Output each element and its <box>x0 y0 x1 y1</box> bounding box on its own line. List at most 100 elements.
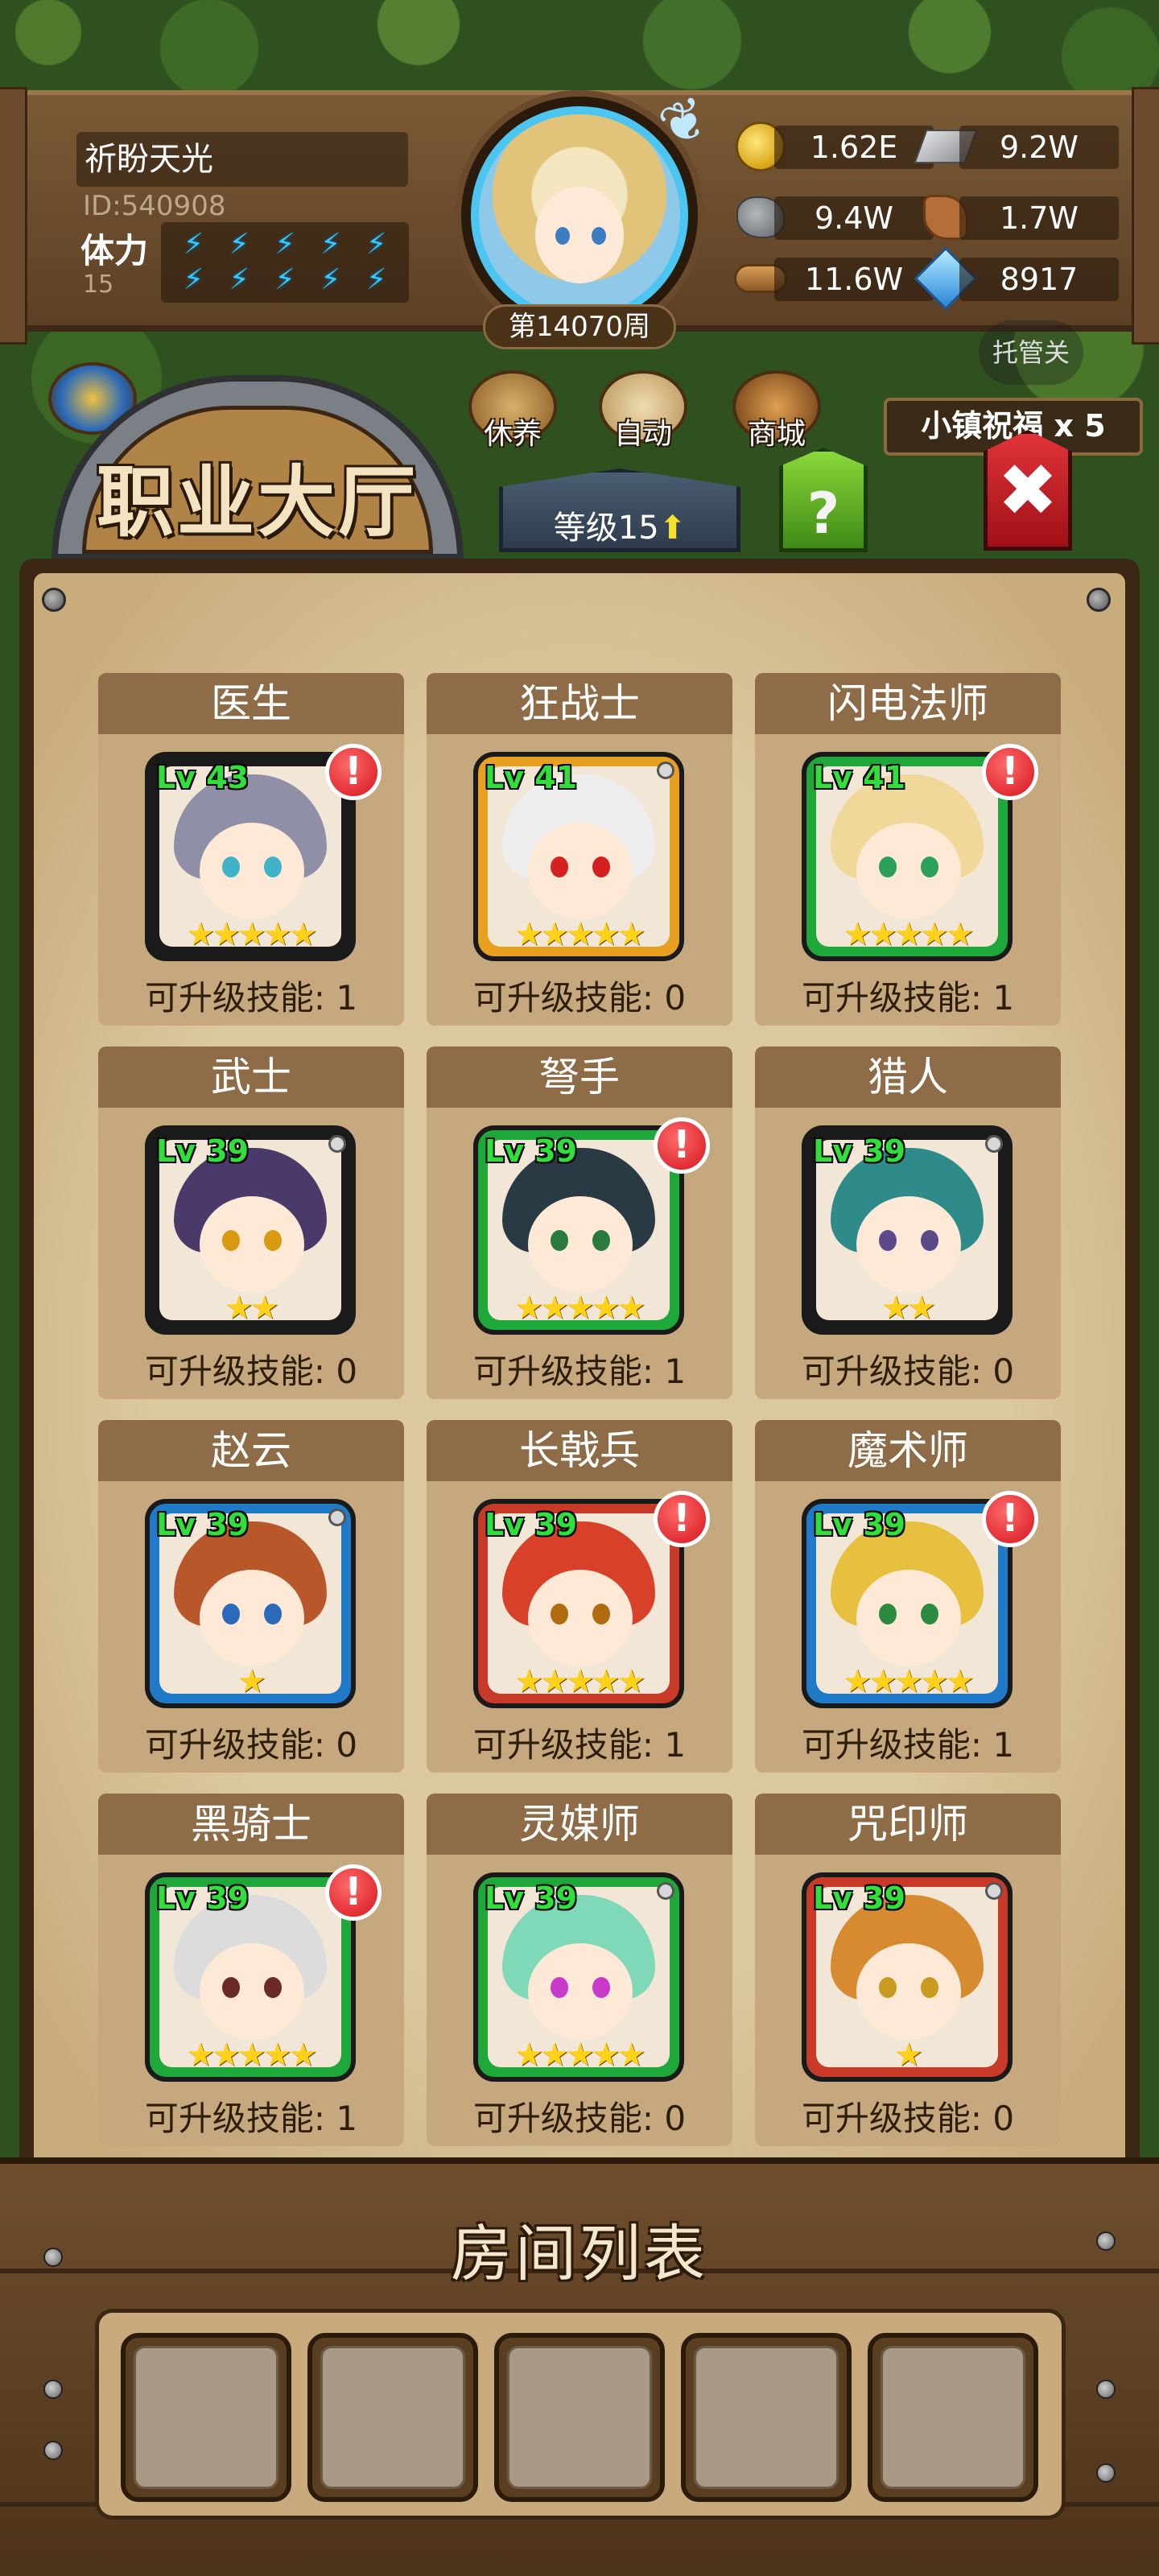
class-card[interactable]: 弩手 Lv 39 ★★★★★ ! 可升级技能: 1 <box>427 1046 732 1399</box>
auto-toggle-button[interactable]: 托管关 <box>979 320 1083 385</box>
class-name: 弩手 <box>427 1046 732 1108</box>
room-slot[interactable] <box>494 2333 665 2502</box>
class-card[interactable]: 狂战士 Lv 41 ★★★★★ 可升级技能: 0 <box>427 673 732 1026</box>
arrow-up-icon: ⬆ <box>658 510 687 547</box>
portrait-eye <box>222 1977 240 1998</box>
star-rating: ★★★★★ <box>186 2037 317 2074</box>
menu-label: 自动 <box>613 418 672 451</box>
class-portrait[interactable]: Lv 39 ★★★★★ <box>802 1499 1013 1708</box>
avatar-eye <box>592 227 606 245</box>
class-portrait[interactable]: Lv 39 ★★★★★ <box>473 1872 684 2082</box>
resource-crystal[interactable]: 8917 <box>914 246 1119 311</box>
skills-label: 可升级技能: <box>801 1352 993 1391</box>
portrait-face <box>200 1196 304 1293</box>
class-name: 闪电法师 <box>755 673 1061 734</box>
portrait-eye <box>551 1230 568 1251</box>
player-avatar[interactable] <box>471 106 688 324</box>
class-card[interactable]: 闪电法师 Lv 41 ★★★★★ ! 可升级技能: 1 <box>755 673 1061 1026</box>
class-name: 魔术师 <box>755 1420 1061 1481</box>
class-portrait[interactable]: Lv 41 ★★★★★ <box>802 752 1013 961</box>
alert-icon: ! <box>982 1491 1038 1547</box>
class-portrait[interactable]: Lv 39 ★ <box>145 1499 356 1708</box>
resource-iron[interactable]: 9.2W <box>914 121 1119 172</box>
resource-value: 1.7W <box>959 196 1119 240</box>
star-rating: ★ <box>894 2037 923 2074</box>
room-slot[interactable] <box>307 2333 478 2502</box>
resource-value: 8917 <box>959 258 1119 301</box>
resource-ore[interactable]: 9.4W <box>732 192 934 243</box>
class-card[interactable]: 长戟兵 Lv 39 ★★★★★ ! 可升级技能: 1 <box>427 1420 732 1773</box>
star-rating: ★★★★★ <box>843 1663 974 1700</box>
stamina-label: 体力 <box>80 231 149 270</box>
class-level: Lv 39 <box>485 1507 578 1542</box>
room-slot[interactable] <box>868 2333 1038 2502</box>
skills-label: 可升级技能: <box>472 978 665 1018</box>
resource-gold[interactable]: 1.62E <box>732 121 934 172</box>
class-name: 武士 <box>98 1046 404 1108</box>
class-card[interactable]: 黑骑士 Lv 39 ★★★★★ ! 可升级技能: 1 <box>98 1794 404 2146</box>
class-card[interactable]: 魔术师 Lv 39 ★★★★★ ! 可升级技能: 1 <box>755 1420 1061 1773</box>
upgradable-skills: 可升级技能: 0 <box>98 1344 404 1393</box>
star-rating: ★★★★★ <box>843 916 974 953</box>
star-rating: ★★★★★ <box>514 916 645 953</box>
class-level: Lv 41 <box>485 760 578 795</box>
resource-value: 9.4W <box>774 196 934 240</box>
player-id: ID:540908 <box>83 190 226 222</box>
portrait-eye <box>264 1230 282 1251</box>
class-portrait[interactable]: Lv 39 ★★ <box>145 1125 356 1335</box>
room-slot[interactable] <box>681 2333 852 2502</box>
class-portrait[interactable]: Lv 41 ★★★★★ <box>473 752 684 961</box>
portrait-eye <box>222 857 240 877</box>
upgradable-skills: 可升级技能: 0 <box>98 1718 404 1767</box>
resource-value: 11.6W <box>774 258 934 301</box>
class-name: 医生 <box>98 673 404 734</box>
class-portrait[interactable]: Lv 39 ★★ <box>802 1125 1013 1335</box>
page-title: 职业大厅 <box>97 457 419 547</box>
class-name: 狂战士 <box>427 673 732 734</box>
help-button[interactable]: ? <box>779 448 868 552</box>
resource-wood[interactable]: 11.6W <box>732 253 934 304</box>
shop-menu-button[interactable]: 商城 <box>724 370 829 452</box>
menu-label: 商城 <box>747 418 806 451</box>
skills-count: 1 <box>992 978 1015 1018</box>
class-card[interactable]: 武士 Lv 39 ★★ 可升级技能: 0 <box>98 1046 404 1399</box>
class-portrait[interactable]: Lv 39 ★★★★★ <box>473 1125 684 1335</box>
skills-count: 0 <box>664 978 687 1018</box>
class-portrait[interactable]: Lv 39 ★★★★★ <box>145 1872 356 2082</box>
rest-menu-button[interactable]: 休养 <box>460 370 565 452</box>
class-card[interactable]: 医生 Lv 43 ★★★★★ ! 可升级技能: 1 <box>98 673 404 1026</box>
rivet <box>1096 2463 1116 2483</box>
class-level: Lv 43 <box>156 760 250 795</box>
class-card[interactable]: 赵云 Lv 39 ★ 可升级技能: 0 <box>98 1420 404 1773</box>
room-slot[interactable] <box>121 2333 291 2502</box>
portrait-face <box>200 823 304 919</box>
resource-leather[interactable]: 1.7W <box>918 192 1119 243</box>
avatar-eye <box>555 227 570 245</box>
room-list-title: 房间列表 <box>451 2218 708 2289</box>
class-portrait[interactable]: Lv 43 ★★★★★ <box>145 752 356 961</box>
stamina-bar[interactable]: ⚡ ⚡ ⚡ ⚡ ⚡ ⚡ ⚡ ⚡ ⚡ ⚡ <box>161 222 409 303</box>
corner-dot-icon <box>985 1882 1003 1900</box>
star-rating: ★★★★★ <box>514 1663 645 1700</box>
rivet <box>43 2380 63 2399</box>
portrait-face <box>200 1570 304 1666</box>
corner-dot-icon <box>985 1135 1003 1153</box>
skills-label: 可升级技能: <box>144 1352 336 1391</box>
class-portrait[interactable]: Lv 39 ★ <box>802 1872 1013 2082</box>
close-button[interactable]: ✖ <box>984 430 1072 551</box>
alert-icon: ! <box>654 1117 710 1174</box>
alert-icon: ! <box>325 1864 382 1921</box>
lightning-icon: ⚡ <box>365 263 387 296</box>
auto-menu-button[interactable]: 自动 <box>591 370 695 452</box>
star-rating: ★★★★★ <box>514 1290 645 1327</box>
class-card[interactable]: 猎人 Lv 39 ★★ 可升级技能: 0 <box>755 1046 1061 1399</box>
class-level: Lv 39 <box>156 1880 250 1916</box>
avatar-face <box>535 187 624 283</box>
class-card[interactable]: 咒印师 Lv 39 ★ 可升级技能: 0 <box>755 1794 1061 2146</box>
class-level: Lv 41 <box>813 760 906 795</box>
class-card[interactable]: 灵媒师 Lv 39 ★★★★★ 可升级技能: 0 <box>427 1794 732 2146</box>
class-portrait[interactable]: Lv 39 ★★★★★ <box>473 1499 684 1708</box>
class-level: Lv 39 <box>485 1133 578 1169</box>
lightning-icon: ⚡ <box>274 263 295 296</box>
portrait-eye <box>264 1604 282 1624</box>
